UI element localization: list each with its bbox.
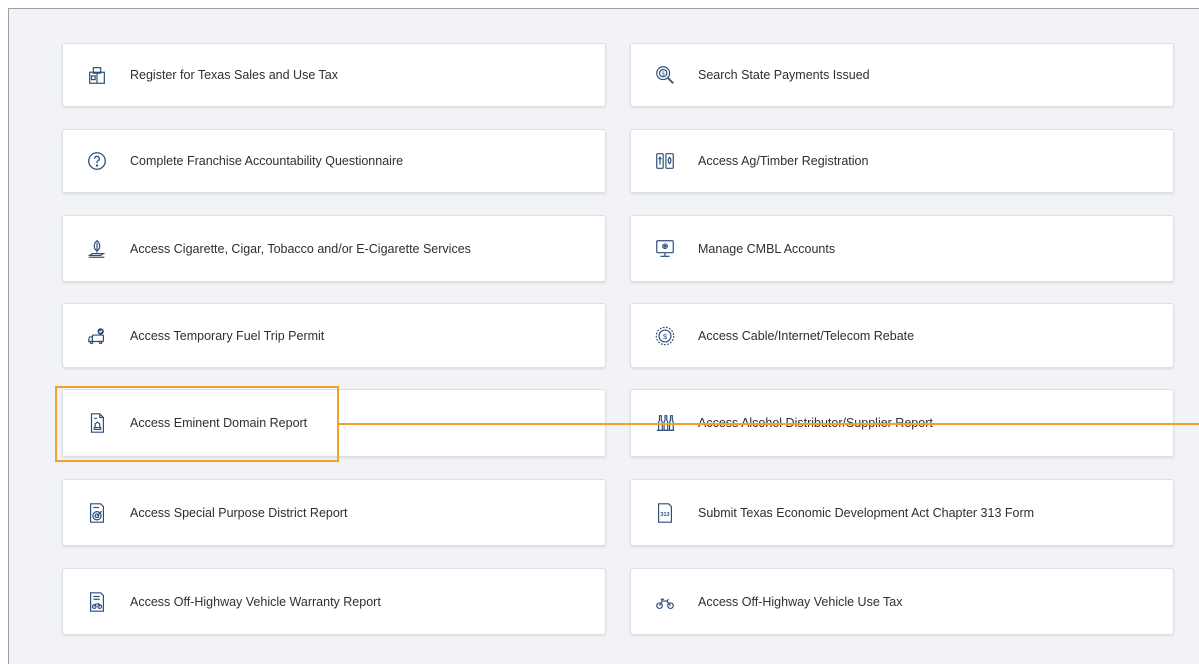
- card-ohv-warranty-report[interactable]: Access Off-Highway Vehicle Warranty Repo…: [62, 568, 606, 635]
- card-ohv-use-tax[interactable]: Access Off-Highway Vehicle Use Tax: [630, 568, 1174, 635]
- monitor-icon: [653, 237, 677, 261]
- ag-timber-icon: [653, 149, 677, 173]
- svg-text:$: $: [663, 331, 667, 340]
- fuel-truck-icon: [85, 324, 109, 348]
- highlight-box: [55, 386, 339, 462]
- card-franchise-questionnaire[interactable]: Complete Franchise Accountability Questi…: [62, 129, 606, 193]
- card-label: Access Off-Highway Vehicle Warranty Repo…: [130, 594, 381, 609]
- atv-icon: [653, 590, 677, 614]
- card-label: Access Special Purpose District Report: [130, 505, 348, 520]
- form-313-icon: 313: [653, 501, 677, 525]
- card-label: Submit Texas Economic Development Act Ch…: [698, 505, 1035, 520]
- tobacco-leaf-icon: [85, 237, 109, 261]
- dollar-coin-icon: $: [653, 324, 677, 348]
- register-icon: [85, 63, 109, 87]
- vehicle-report-icon: [85, 590, 109, 614]
- svg-text:$: $: [662, 71, 665, 77]
- card-tobacco-services[interactable]: Access Cigarette, Cigar, Tobacco and/or …: [62, 215, 606, 282]
- card-register-sales-tax[interactable]: Register for Texas Sales and Use Tax: [62, 43, 606, 107]
- card-special-purpose-district[interactable]: Access Special Purpose District Report: [62, 479, 606, 546]
- card-label: Register for Texas Sales and Use Tax: [130, 68, 338, 82]
- card-label: Complete Franchise Accountability Questi…: [130, 154, 404, 168]
- card-label: Access Off-Highway Vehicle Use Tax: [698, 594, 903, 609]
- card-ag-timber-registration[interactable]: Access Ag/Timber Registration: [630, 129, 1174, 193]
- card-label: Access Temporary Fuel Trip Permit: [130, 328, 325, 343]
- card-search-state-payments[interactable]: $ Search State Payments Issued: [630, 43, 1174, 107]
- highlight-pointer-line: [339, 423, 1199, 425]
- card-fuel-trip-permit[interactable]: Access Temporary Fuel Trip Permit: [62, 303, 606, 368]
- card-label: Access Ag/Timber Registration: [698, 154, 869, 168]
- card-label: Search State Payments Issued: [698, 68, 870, 82]
- card-label: Access Cigarette, Cigar, Tobacco and/or …: [130, 241, 471, 256]
- card-label: Manage CMBL Accounts: [698, 241, 836, 256]
- target-report-icon: [85, 501, 109, 525]
- question-icon: [85, 149, 109, 173]
- search-payment-icon: $: [653, 63, 677, 87]
- card-manage-cmbl[interactable]: Manage CMBL Accounts: [630, 215, 1174, 282]
- card-cable-telecom-rebate[interactable]: $ Access Cable/Internet/Telecom Rebate: [630, 303, 1174, 368]
- card-chapter-313-form[interactable]: 313 Submit Texas Economic Development Ac…: [630, 479, 1174, 546]
- form-313-badge: 313: [660, 511, 669, 517]
- card-label: Access Cable/Internet/Telecom Rebate: [698, 328, 915, 343]
